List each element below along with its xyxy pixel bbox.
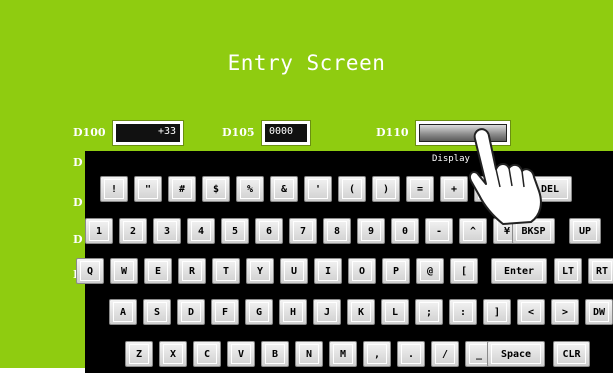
key-up[interactable]: UP xyxy=(569,218,601,244)
key-1[interactable]: 1 xyxy=(85,218,113,244)
key-ampersand[interactable]: & xyxy=(270,176,298,202)
field-label-d110: D110 xyxy=(376,126,409,139)
key-n[interactable]: N xyxy=(295,341,323,367)
key-exclamation[interactable]: ! xyxy=(100,176,128,202)
key-6[interactable]: 6 xyxy=(255,218,283,244)
key-w[interactable]: W xyxy=(110,258,138,284)
key-close-bracket[interactable]: ] xyxy=(483,299,511,325)
key-2[interactable]: 2 xyxy=(119,218,147,244)
key-greater-than[interactable]: > xyxy=(551,299,579,325)
key-3[interactable]: 3 xyxy=(153,218,181,244)
key-b[interactable]: B xyxy=(261,341,289,367)
key-rt[interactable]: RT xyxy=(588,258,613,284)
key-slash[interactable]: / xyxy=(431,341,459,367)
screen-title: Entry Screen xyxy=(227,51,386,75)
key-e[interactable]: E xyxy=(144,258,172,284)
key-space[interactable]: Space xyxy=(487,341,545,367)
key-double-quote[interactable]: " xyxy=(134,176,162,202)
key-x[interactable]: X xyxy=(159,341,187,367)
key-0[interactable]: 0 xyxy=(391,218,419,244)
key-t[interactable]: T xyxy=(212,258,240,284)
key-5[interactable]: 5 xyxy=(221,218,249,244)
field-d100[interactable]: +33 xyxy=(112,120,184,146)
key-comma[interactable]: , xyxy=(363,341,391,367)
side-label-2: D xyxy=(73,196,83,209)
key-equals[interactable]: = xyxy=(406,176,434,202)
key-i[interactable]: I xyxy=(314,258,342,284)
key-apostrophe[interactable]: ' xyxy=(304,176,332,202)
key-enter[interactable]: Enter xyxy=(491,258,547,284)
key-j[interactable]: J xyxy=(313,299,341,325)
key-period[interactable]: . xyxy=(397,341,425,367)
field-label-d105: D105 xyxy=(222,126,255,139)
field-d100-value: +33 xyxy=(116,124,180,142)
key-l[interactable]: L xyxy=(381,299,409,325)
key-9[interactable]: 9 xyxy=(357,218,385,244)
key-hash[interactable]: # xyxy=(168,176,196,202)
field-d105[interactable]: 0000 xyxy=(261,120,311,146)
key-open-paren[interactable]: ( xyxy=(338,176,366,202)
key-q[interactable]: Q xyxy=(76,258,104,284)
hand-pointer-icon xyxy=(468,128,542,225)
key-u[interactable]: U xyxy=(280,258,308,284)
key-m[interactable]: M xyxy=(329,341,357,367)
field-d105-value: 0000 xyxy=(265,124,307,142)
key-at[interactable]: @ xyxy=(416,258,444,284)
key-close-paren[interactable]: ) xyxy=(372,176,400,202)
key-r[interactable]: R xyxy=(178,258,206,284)
key-y[interactable]: Y xyxy=(246,258,274,284)
key-4[interactable]: 4 xyxy=(187,218,215,244)
key-z[interactable]: Z xyxy=(125,341,153,367)
key-c[interactable]: C xyxy=(193,341,221,367)
key-o[interactable]: O xyxy=(348,258,376,284)
key-clr[interactable]: CLR xyxy=(553,341,590,367)
key-g[interactable]: G xyxy=(245,299,273,325)
key-colon[interactable]: : xyxy=(449,299,477,325)
key-dw[interactable]: DW xyxy=(585,299,613,325)
key-d[interactable]: D xyxy=(177,299,205,325)
side-label-3: D xyxy=(73,233,83,246)
key-s[interactable]: S xyxy=(143,299,171,325)
key-k[interactable]: K xyxy=(347,299,375,325)
key-f[interactable]: F xyxy=(211,299,239,325)
key-less-than[interactable]: < xyxy=(517,299,545,325)
key-7[interactable]: 7 xyxy=(289,218,317,244)
side-label-1: D xyxy=(73,156,83,169)
key-dollar[interactable]: $ xyxy=(202,176,230,202)
key-percent[interactable]: % xyxy=(236,176,264,202)
key-minus[interactable]: - xyxy=(425,218,453,244)
key-semicolon[interactable]: ; xyxy=(415,299,443,325)
key-a[interactable]: A xyxy=(109,299,137,325)
field-label-d100: D100 xyxy=(73,126,106,139)
key-open-bracket[interactable]: [ xyxy=(450,258,478,284)
key-p[interactable]: P xyxy=(382,258,410,284)
key-lt[interactable]: LT xyxy=(554,258,582,284)
key-8[interactable]: 8 xyxy=(323,218,351,244)
key-h[interactable]: H xyxy=(279,299,307,325)
key-v[interactable]: V xyxy=(227,341,255,367)
